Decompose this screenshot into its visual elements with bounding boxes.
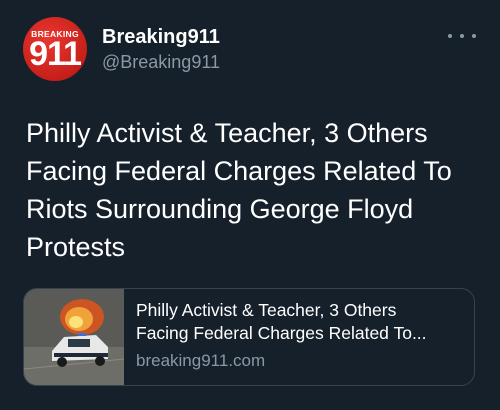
card-title-line-1: Philly Activist & Teacher, 3 Others [136, 300, 397, 320]
burning-police-car-image [24, 289, 124, 385]
link-card[interactable]: Philly Activist & Teacher, 3 Others Faci… [23, 288, 475, 386]
more-dot [448, 34, 452, 38]
more-dot [460, 34, 464, 38]
card-title-line-2: Facing Federal Charges Related To... [136, 323, 427, 343]
avatar[interactable]: BREAKING 911 [23, 17, 87, 81]
tweet-text: Philly Activist & Teacher, 3 Others Faci… [26, 118, 452, 262]
card-thumbnail-image [24, 289, 124, 385]
more-dot [472, 34, 476, 38]
more-horizontal-icon[interactable] [448, 26, 476, 46]
card-body: Philly Activist & Teacher, 3 Others Faci… [136, 299, 466, 371]
user-handle[interactable]: @Breaking911 [102, 52, 220, 73]
avatar-logo-main: 911 [29, 35, 82, 73]
tweet[interactable]: BREAKING 911 Breaking911 @Breaking911 Ph… [0, 0, 500, 410]
display-name[interactable]: Breaking911 [102, 26, 220, 49]
card-domain: breaking911.com [136, 351, 266, 370]
